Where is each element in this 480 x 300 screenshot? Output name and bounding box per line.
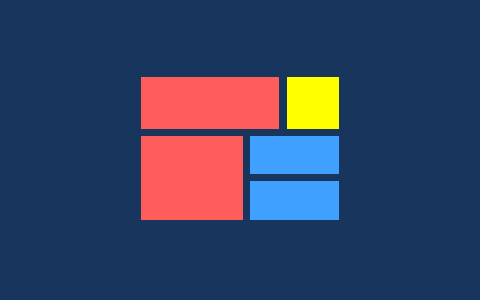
tile-bottom-left-big bbox=[141, 136, 243, 220]
tile-top-right-square bbox=[287, 77, 339, 129]
background-canvas bbox=[0, 0, 480, 300]
tile-mid-right-bar bbox=[250, 136, 339, 174]
tile-top-left-wide bbox=[141, 77, 279, 129]
tile-bottom-right-bar bbox=[250, 181, 339, 220]
